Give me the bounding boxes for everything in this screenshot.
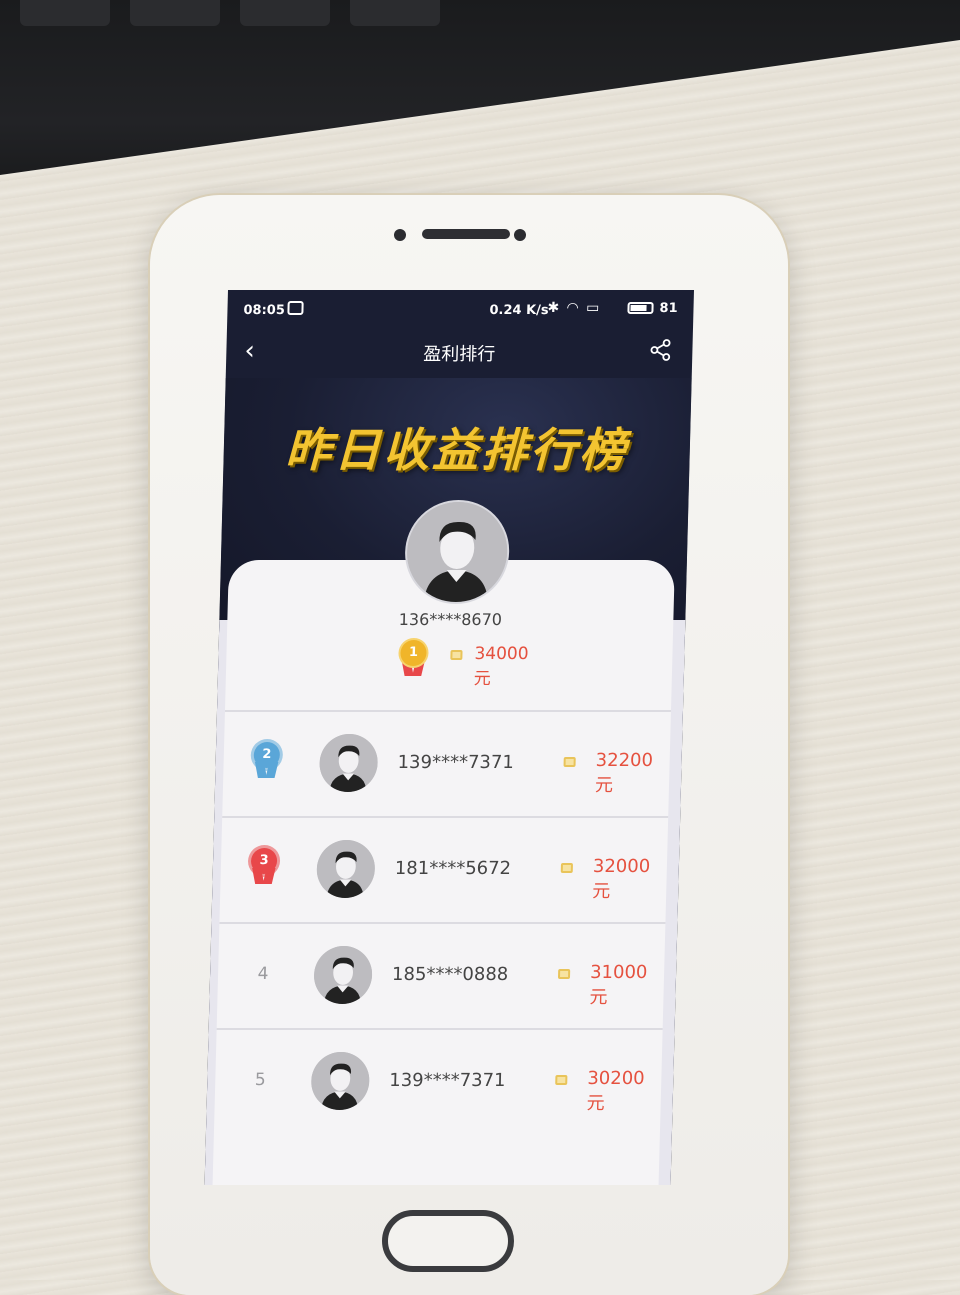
leader-prize: 1 34000元	[396, 640, 529, 689]
profit-amount: 31000元	[589, 962, 648, 1008]
keyboard-key	[350, 0, 440, 26]
notification-icon	[287, 301, 304, 315]
profit-amount: 32000元	[591, 856, 651, 902]
ranking-row[interactable]: 3 181****5672 32000元	[219, 816, 669, 924]
ranking-card: 136****8670 1 34000元 2 139****7371 32200…	[212, 500, 675, 1185]
rank-number: 4	[257, 964, 269, 984]
coin-icon	[563, 757, 576, 767]
user-avatar-icon	[405, 502, 509, 602]
user-avatar-icon	[316, 840, 376, 898]
leader-phone: 136****8670	[398, 610, 503, 629]
ranking-content: 136****8670 1 34000元 2 139****7371 32200…	[204, 500, 686, 1185]
earpiece	[422, 229, 510, 239]
screen-icon: ▭	[585, 300, 608, 316]
avatar	[313, 946, 373, 1004]
rank-number: 5	[254, 1070, 266, 1090]
home-button[interactable]	[382, 1210, 514, 1272]
navigation-bar: ‹ 盈利排行	[226, 330, 693, 378]
leader-amount: 34000元	[473, 644, 529, 689]
coin-icon	[450, 650, 463, 660]
user-phone: 181****5672	[394, 858, 512, 879]
avatar	[318, 734, 379, 792]
keyboard-background	[0, 0, 960, 175]
gold-medal-icon: 1	[396, 640, 431, 680]
avatar	[316, 840, 376, 898]
user-phone: 139****7371	[397, 752, 515, 773]
ranking-row[interactable]: 4 185****0888 31000元	[216, 922, 666, 1030]
banner-title: 昨日收益排行榜	[284, 423, 630, 477]
phone-screen: 08:05 0.24 K/s ✱◠▭ 81 ‹ 盈利排行 昨日收益排行榜 136…	[204, 290, 694, 1185]
battery-percent: 81	[659, 301, 678, 316]
profit-amount: 30200元	[586, 1068, 645, 1114]
page-title: 盈利排行	[423, 344, 496, 365]
coin-icon	[555, 1075, 568, 1085]
avatar	[310, 1052, 371, 1110]
user-phone: 185****0888	[391, 964, 509, 985]
coin-icon	[557, 969, 571, 979]
user-avatar-icon	[318, 734, 379, 792]
keyboard-key	[130, 0, 220, 26]
status-time: 08:05	[243, 303, 286, 318]
bluetooth-icon: ✱	[547, 300, 568, 316]
silver-rosette-icon: 2	[249, 742, 284, 782]
coin-icon	[560, 863, 573, 873]
proximity-sensor	[514, 229, 526, 241]
battery-icon	[627, 302, 654, 314]
ranking-row[interactable]: 5 139****7371 30200元	[213, 1028, 663, 1136]
leader-avatar	[403, 500, 511, 604]
connectivity-icons: ✱◠▭	[547, 300, 607, 316]
battery-level	[630, 305, 647, 311]
keyboard-key	[20, 0, 110, 26]
user-phone: 139****7371	[389, 1070, 506, 1091]
share-icon[interactable]	[648, 338, 673, 362]
user-avatar-icon	[313, 946, 373, 1004]
keyboard-key	[240, 0, 330, 26]
wifi-icon: ◠	[567, 300, 587, 316]
red-rosette-icon: 3	[246, 848, 281, 888]
status-bar: 08:05 0.24 K/s ✱◠▭ 81	[227, 290, 694, 330]
user-avatar-icon	[310, 1052, 371, 1110]
net-speed: 0.24 K/s	[489, 303, 549, 318]
front-camera	[394, 229, 406, 241]
ranking-row[interactable]: 2 139****7371 32200元	[222, 710, 672, 818]
profit-amount: 32200元	[594, 750, 654, 796]
